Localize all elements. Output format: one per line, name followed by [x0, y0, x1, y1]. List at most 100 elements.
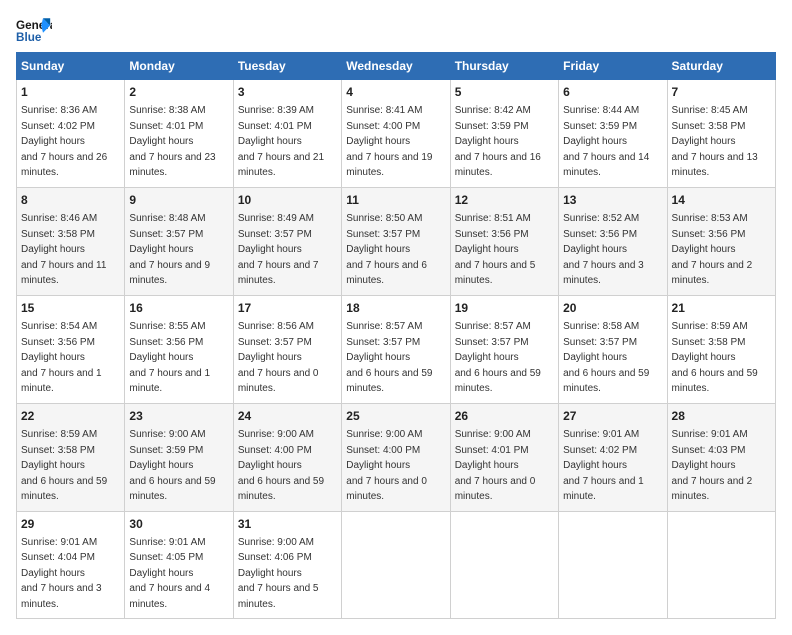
day-content: 11Sunrise: 8:50 AMSunset: 3:57 PMDayligh…: [346, 192, 445, 289]
day-info: Sunrise: 8:51 AMSunset: 3:56 PMDaylight …: [455, 213, 536, 286]
day-number: 23: [129, 408, 228, 425]
calendar-cell: [667, 511, 775, 619]
calendar-cell: 22Sunrise: 8:59 AMSunset: 3:58 PMDayligh…: [17, 403, 125, 511]
day-info: Sunrise: 9:01 AMSunset: 4:04 PMDaylight …: [21, 537, 102, 610]
day-info: Sunrise: 9:00 AMSunset: 3:59 PMDaylight …: [129, 429, 215, 502]
day-number: 11: [346, 192, 445, 209]
day-info: Sunrise: 9:00 AMSunset: 4:00 PMDaylight …: [346, 429, 427, 502]
col-header-wednesday: Wednesday: [342, 53, 450, 80]
day-info: Sunrise: 8:39 AMSunset: 4:01 PMDaylight …: [238, 105, 324, 178]
calendar-cell: 12 Sunrise: 8:51 AMSunset: 3:56 PMDayligh…: [450, 187, 558, 295]
day-content: 29 Sunrise: 9:01 AMSunset: 4:04 PMDayligh…: [21, 516, 120, 613]
day-info: Sunrise: 8:59 AMSunset: 3:58 PMDaylight …: [21, 429, 107, 502]
calendar-cell: 25 Sunrise: 9:00 AMSunset: 4:00 PMDayligh…: [342, 403, 450, 511]
day-info: Sunrise: 8:59 AMSunset: 3:58 PMDaylight …: [672, 321, 758, 394]
day-info: Sunrise: 8:45 AMSunset: 3:58 PMDaylight …: [672, 105, 758, 178]
day-number: 3: [238, 84, 337, 101]
day-number: 31: [238, 516, 337, 533]
day-content: 10 Sunrise: 8:49 AMSunset: 3:57 PMDayligh…: [238, 192, 337, 289]
day-info: Sunrise: 8:41 AMSunset: 4:00 PMDaylight …: [346, 105, 432, 178]
day-number: 17: [238, 300, 337, 317]
day-content: 12 Sunrise: 8:51 AMSunset: 3:56 PMDayligh…: [455, 192, 554, 289]
day-number: 25: [346, 408, 445, 425]
day-number: 27: [563, 408, 662, 425]
calendar-cell: 5Sunrise: 8:42 AMSunset: 3:59 PMDaylight…: [450, 80, 558, 188]
day-number: 7: [672, 84, 771, 101]
calendar-cell: 17Sunrise: 8:56 AMSunset: 3:57 PMDayligh…: [233, 295, 341, 403]
calendar-cell: 21 Sunrise: 8:59 AMSunset: 3:58 PMDayligh…: [667, 295, 775, 403]
calendar-cell: 1Sunrise: 8:36 AMSunset: 4:02 PMDaylight…: [17, 80, 125, 188]
day-content: 14Sunrise: 8:53 AMSunset: 3:56 PMDayligh…: [672, 192, 771, 289]
calendar-cell: 13Sunrise: 8:52 AMSunset: 3:56 PMDayligh…: [559, 187, 667, 295]
day-content: 5Sunrise: 8:42 AMSunset: 3:59 PMDaylight…: [455, 84, 554, 181]
col-header-monday: Monday: [125, 53, 233, 80]
day-info: Sunrise: 8:54 AMSunset: 3:56 PMDaylight …: [21, 321, 102, 394]
day-info: Sunrise: 8:48 AMSunset: 3:57 PMDaylight …: [129, 213, 210, 286]
calendar-cell: [342, 511, 450, 619]
day-content: 4 Sunrise: 8:41 AMSunset: 4:00 PMDaylight…: [346, 84, 445, 181]
day-content: 3 Sunrise: 8:39 AMSunset: 4:01 PMDaylight…: [238, 84, 337, 181]
day-number: 20: [563, 300, 662, 317]
day-content: 24Sunrise: 9:00 AMSunset: 4:00 PMDayligh…: [238, 408, 337, 505]
page-header: General Blue: [16, 16, 776, 44]
day-content: 30 Sunrise: 9:01 AMSunset: 4:05 PMDayligh…: [129, 516, 228, 613]
calendar-week-4: 22Sunrise: 8:59 AMSunset: 3:58 PMDayligh…: [17, 403, 776, 511]
calendar-week-5: 29 Sunrise: 9:01 AMSunset: 4:04 PMDayligh…: [17, 511, 776, 619]
calendar-cell: 26Sunrise: 9:00 AMSunset: 4:01 PMDayligh…: [450, 403, 558, 511]
day-number: 21: [672, 300, 771, 317]
day-number: 26: [455, 408, 554, 425]
day-info: Sunrise: 9:00 AMSunset: 4:06 PMDaylight …: [238, 537, 319, 610]
day-number: 12: [455, 192, 554, 209]
day-number: 19: [455, 300, 554, 317]
day-info: Sunrise: 9:01 AMSunset: 4:03 PMDaylight …: [672, 429, 753, 502]
day-number: 30: [129, 516, 228, 533]
day-info: Sunrise: 8:58 AMSunset: 3:57 PMDaylight …: [563, 321, 649, 394]
day-content: 26Sunrise: 9:00 AMSunset: 4:01 PMDayligh…: [455, 408, 554, 505]
calendar-week-3: 15 Sunrise: 8:54 AMSunset: 3:56 PMDayligh…: [17, 295, 776, 403]
day-info: Sunrise: 8:57 AMSunset: 3:57 PMDaylight …: [455, 321, 541, 394]
day-number: 5: [455, 84, 554, 101]
calendar-table: SundayMondayTuesdayWednesdayThursdayFrid…: [16, 52, 776, 619]
day-info: Sunrise: 8:55 AMSunset: 3:56 PMDaylight …: [129, 321, 210, 394]
day-number: 28: [672, 408, 771, 425]
logo-icon: General Blue: [16, 16, 52, 44]
day-info: Sunrise: 8:57 AMSunset: 3:57 PMDaylight …: [346, 321, 432, 394]
day-number: 10: [238, 192, 337, 209]
calendar-cell: [559, 511, 667, 619]
calendar-cell: 14Sunrise: 8:53 AMSunset: 3:56 PMDayligh…: [667, 187, 775, 295]
day-content: 28 Sunrise: 9:01 AMSunset: 4:03 PMDayligh…: [672, 408, 771, 505]
calendar-cell: 20 Sunrise: 8:58 AMSunset: 3:57 PMDayligh…: [559, 295, 667, 403]
day-content: 6Sunrise: 8:44 AMSunset: 3:59 PMDaylight…: [563, 84, 662, 181]
col-header-sunday: Sunday: [17, 53, 125, 80]
day-info: Sunrise: 9:01 AMSunset: 4:02 PMDaylight …: [563, 429, 644, 502]
day-content: 9Sunrise: 8:48 AMSunset: 3:57 PMDaylight…: [129, 192, 228, 289]
calendar-cell: 30 Sunrise: 9:01 AMSunset: 4:05 PMDayligh…: [125, 511, 233, 619]
day-content: 13Sunrise: 8:52 AMSunset: 3:56 PMDayligh…: [563, 192, 662, 289]
day-number: 8: [21, 192, 120, 209]
col-header-saturday: Saturday: [667, 53, 775, 80]
day-number: 4: [346, 84, 445, 101]
calendar-week-1: 1Sunrise: 8:36 AMSunset: 4:02 PMDaylight…: [17, 80, 776, 188]
day-content: 16Sunrise: 8:55 AMSunset: 3:56 PMDayligh…: [129, 300, 228, 397]
day-content: 1Sunrise: 8:36 AMSunset: 4:02 PMDaylight…: [21, 84, 120, 181]
day-number: 29: [21, 516, 120, 533]
day-info: Sunrise: 8:49 AMSunset: 3:57 PMDaylight …: [238, 213, 319, 286]
day-number: 15: [21, 300, 120, 317]
calendar-cell: 31 Sunrise: 9:00 AMSunset: 4:06 PMDayligh…: [233, 511, 341, 619]
calendar-cell: 2Sunrise: 8:38 AMSunset: 4:01 PMDaylight…: [125, 80, 233, 188]
calendar-cell: 18 Sunrise: 8:57 AMSunset: 3:57 PMDayligh…: [342, 295, 450, 403]
day-info: Sunrise: 8:53 AMSunset: 3:56 PMDaylight …: [672, 213, 753, 286]
calendar-cell: 24Sunrise: 9:00 AMSunset: 4:00 PMDayligh…: [233, 403, 341, 511]
day-content: 19 Sunrise: 8:57 AMSunset: 3:57 PMDayligh…: [455, 300, 554, 397]
calendar-cell: 8Sunrise: 8:46 AMSunset: 3:58 PMDaylight…: [17, 187, 125, 295]
day-info: Sunrise: 9:01 AMSunset: 4:05 PMDaylight …: [129, 537, 210, 610]
day-info: Sunrise: 8:52 AMSunset: 3:56 PMDaylight …: [563, 213, 644, 286]
day-info: Sunrise: 8:38 AMSunset: 4:01 PMDaylight …: [129, 105, 215, 178]
header-row: SundayMondayTuesdayWednesdayThursdayFrid…: [17, 53, 776, 80]
calendar-cell: 10 Sunrise: 8:49 AMSunset: 3:57 PMDayligh…: [233, 187, 341, 295]
svg-text:Blue: Blue: [16, 31, 42, 44]
day-content: 7 Sunrise: 8:45 AMSunset: 3:58 PMDaylight…: [672, 84, 771, 181]
day-content: 8Sunrise: 8:46 AMSunset: 3:58 PMDaylight…: [21, 192, 120, 289]
day-number: 18: [346, 300, 445, 317]
calendar-cell: 23 Sunrise: 9:00 AMSunset: 3:59 PMDayligh…: [125, 403, 233, 511]
